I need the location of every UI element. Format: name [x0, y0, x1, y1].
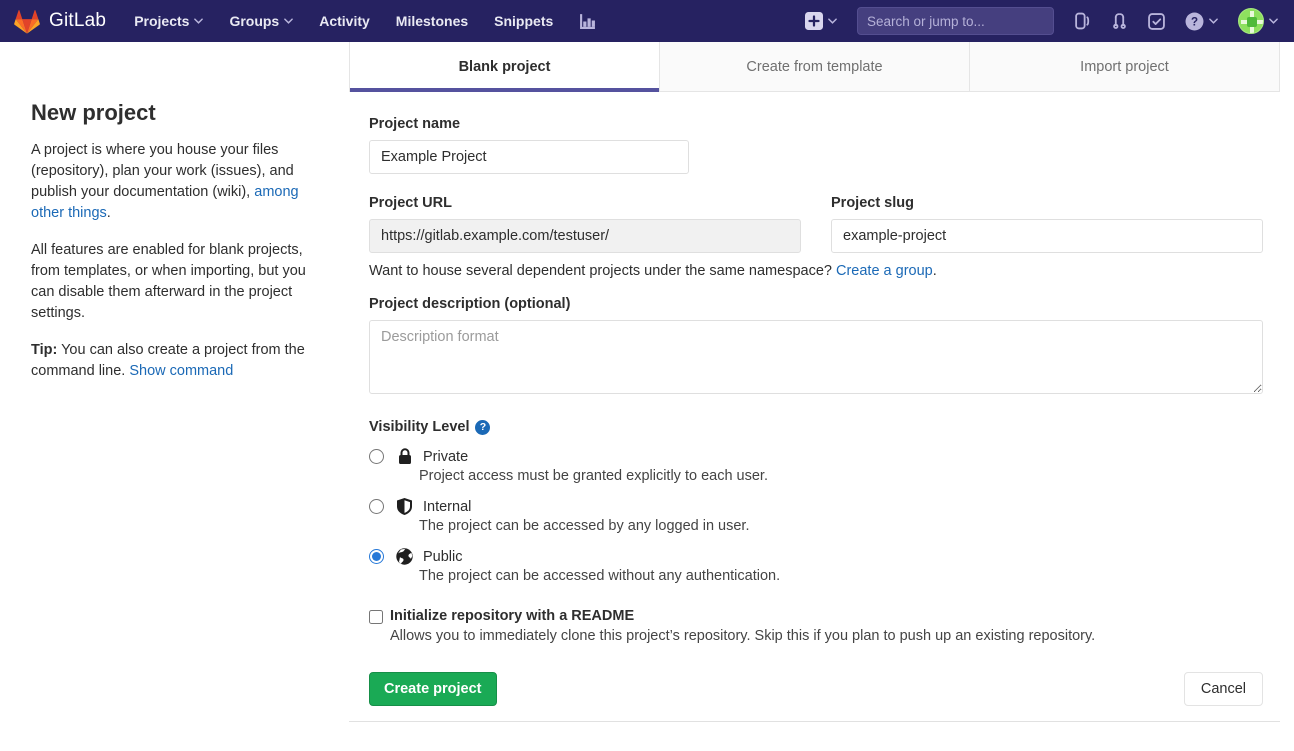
chevron-down-icon: [828, 18, 837, 24]
new-menu-button[interactable]: [805, 12, 837, 30]
nav-snippets[interactable]: Snippets: [494, 13, 553, 29]
project-tabs: Blank project Create from template Impor…: [349, 42, 1280, 92]
internal-radio[interactable]: [369, 499, 384, 514]
readme-checkbox[interactable]: [369, 610, 383, 624]
instance-statistics-icon[interactable]: [579, 13, 596, 30]
private-radio[interactable]: [369, 449, 384, 464]
visibility-option-public: Public The project can be accessed witho…: [369, 548, 1263, 584]
page-title: New project: [31, 100, 319, 126]
nav-links: Projects Groups Activity Milestones Snip…: [134, 13, 553, 29]
form-footer: Create project Cancel: [369, 672, 1263, 706]
cancel-button[interactable]: Cancel: [1184, 672, 1263, 706]
project-slug-label: Project slug: [831, 195, 1263, 211]
readme-description: Allows you to immediately clone this pro…: [390, 628, 1263, 644]
project-url-input[interactable]: [369, 219, 801, 253]
plus-square-icon: [805, 12, 823, 30]
nav-projects[interactable]: Projects: [134, 13, 203, 29]
brand-name: GitLab: [49, 10, 106, 32]
project-name-input[interactable]: [369, 140, 689, 174]
features-paragraph: All features are enabled for blank proje…: [31, 240, 319, 324]
project-slug-input[interactable]: [831, 219, 1263, 253]
user-menu-button[interactable]: [1238, 8, 1278, 34]
project-description-label: Project description (optional): [369, 296, 1263, 312]
nav-activity[interactable]: Activity: [319, 13, 370, 29]
visibility-option-private: Private Project access must be granted e…: [369, 448, 1263, 484]
lock-icon: [395, 448, 414, 465]
merge-requests-icon[interactable]: [1111, 12, 1128, 30]
create-a-group-link[interactable]: Create a group: [836, 263, 933, 279]
gitlab-logo[interactable]: GitLab: [14, 9, 106, 34]
blank-project-form: Project name Project URL Project slug Wa…: [349, 92, 1280, 706]
new-project-panel: Blank project Create from template Impor…: [349, 42, 1280, 722]
search-box[interactable]: [857, 7, 1054, 35]
readme-label: Initialize repository with a README: [390, 608, 634, 624]
project-url-label: Project URL: [369, 195, 801, 211]
globe-icon: [395, 548, 414, 565]
top-navbar: GitLab Projects Groups Activity Mileston…: [0, 0, 1294, 42]
tab-import-project[interactable]: Import project: [969, 42, 1279, 91]
tab-blank-project[interactable]: Blank project: [350, 42, 659, 91]
navbar-right: ?: [805, 7, 1278, 35]
tip-paragraph: Tip: You can also create a project from …: [31, 340, 319, 382]
search-input[interactable]: [867, 14, 1044, 29]
nav-groups[interactable]: Groups: [229, 13, 293, 29]
project-name-label: Project name: [369, 116, 1263, 132]
chevron-down-icon: [194, 18, 203, 24]
avatar: [1238, 8, 1264, 34]
issues-icon[interactable]: [1074, 12, 1091, 30]
svg-text:?: ?: [1191, 15, 1198, 28]
namespace-hint: Want to house several dependent projects…: [369, 263, 1263, 279]
shield-icon: [395, 498, 414, 515]
chevron-down-icon: [1269, 18, 1278, 24]
help-icon: ?: [1185, 12, 1204, 31]
nav-milestones[interactable]: Milestones: [396, 13, 468, 29]
chevron-down-icon: [1209, 18, 1218, 24]
intro-paragraph: A project is where you house your files …: [31, 140, 319, 224]
todos-icon[interactable]: [1148, 13, 1165, 30]
help-menu-button[interactable]: ?: [1185, 12, 1218, 31]
visibility-level-label: Visibility Level: [369, 419, 469, 435]
main-content: New project A project is where you house…: [0, 42, 1294, 722]
sidebar-description: New project A project is where you house…: [0, 42, 349, 398]
chevron-down-icon: [284, 18, 293, 24]
visibility-option-internal: Internal The project can be accessed by …: [369, 498, 1263, 534]
tab-create-from-template[interactable]: Create from template: [659, 42, 969, 91]
readme-section: Initialize repository with a README Allo…: [369, 608, 1263, 644]
public-radio[interactable]: [369, 549, 384, 564]
create-project-button[interactable]: Create project: [369, 672, 497, 706]
project-description-textarea[interactable]: [369, 320, 1263, 394]
tanuki-icon: [14, 9, 40, 34]
show-command-link[interactable]: Show command: [129, 363, 233, 379]
visibility-help-icon[interactable]: ?: [475, 420, 490, 435]
